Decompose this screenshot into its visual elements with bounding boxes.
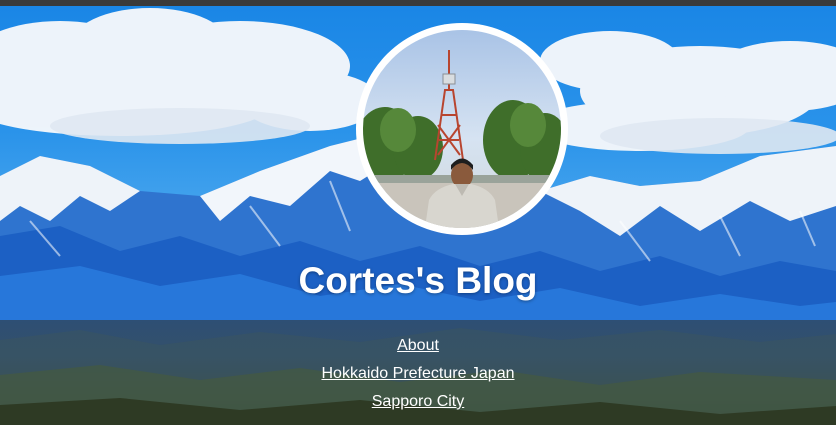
nav-link-about[interactable]: About: [0, 332, 836, 360]
avatar-photo: [363, 30, 561, 228]
blog-title: Cortes's Blog: [298, 260, 538, 301]
header-banner: Cortes's Blog: [0, 6, 836, 320]
nav-link-hokkaido-prefecture-japan[interactable]: Hokkaido Prefecture Japan: [0, 360, 836, 388]
nav-link-sapporo-city[interactable]: Sapporo City: [0, 388, 836, 416]
profile-photo-icon: [363, 50, 561, 228]
site-nav: About Hokkaido Prefecture Japan Sapporo …: [0, 332, 836, 416]
avatar[interactable]: [356, 23, 568, 235]
